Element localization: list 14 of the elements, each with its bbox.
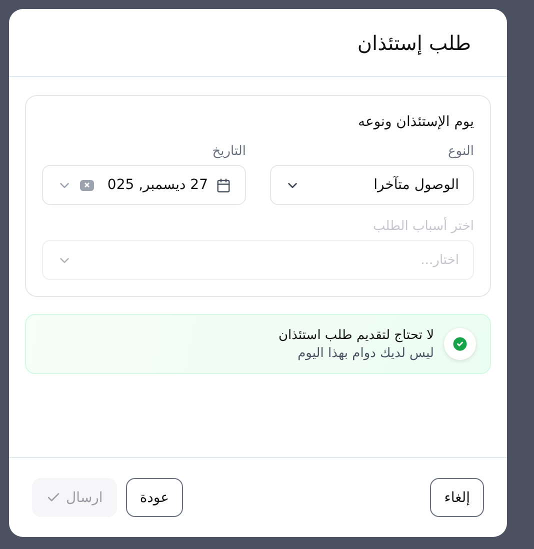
check-icon [444, 328, 476, 360]
notice-message: ليس لديك دوام بهذا اليوم [296, 346, 434, 360]
section-title: يوم الإستئذان ونوعه [356, 114, 474, 130]
dialog-title: طلب إستئذان [357, 30, 471, 54]
dialog-button[interactable]: إلغاء [430, 478, 484, 517]
notice-title: لا تحتاج لتقديم طلب استئذان [278, 328, 434, 342]
type-select[interactable]: الوصول متآخرا [270, 165, 474, 205]
calendar-icon [216, 178, 231, 192]
field-label: التاريخ [211, 144, 246, 159]
dialog-button[interactable]: عودة [126, 478, 183, 517]
field-label: اختر أسباب الطلب [372, 219, 474, 234]
clear-icon[interactable] [80, 180, 94, 190]
field-label: النوع [447, 144, 474, 159]
date-picker[interactable]: 27 ديسمبر, 025 [42, 165, 246, 205]
